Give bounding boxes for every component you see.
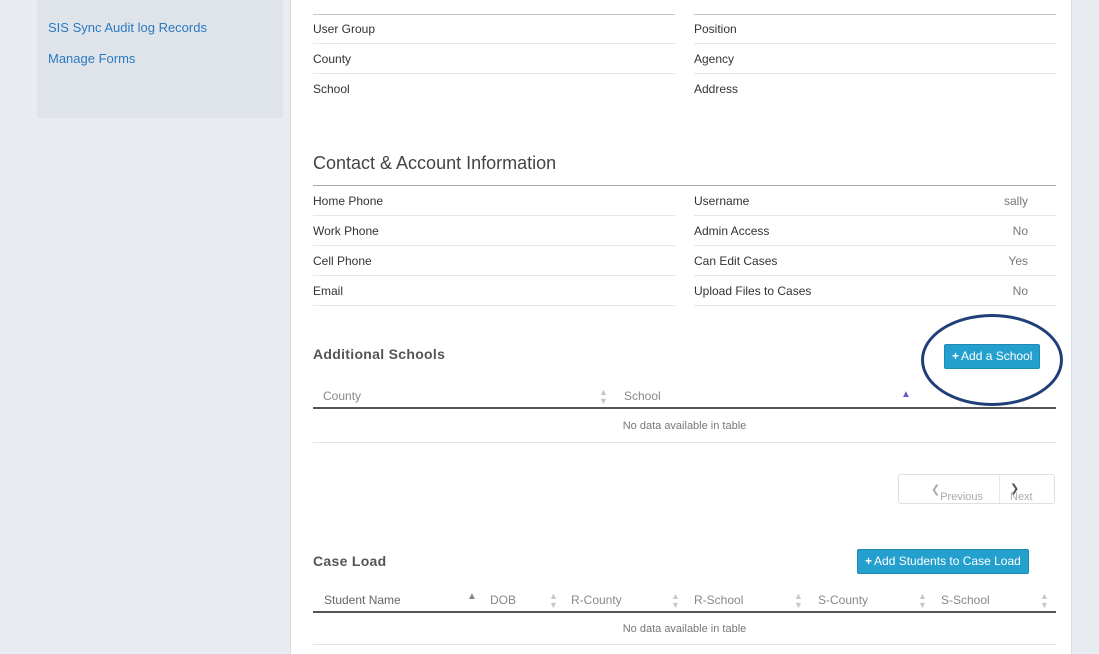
sort-icon[interactable]: ▲ ▼ bbox=[671, 592, 680, 610]
column-header-s-county[interactable]: S-County bbox=[818, 588, 868, 612]
sort-ascending-icon[interactable]: ▲ bbox=[467, 591, 477, 602]
contact-section-title: Contact & Account Information bbox=[313, 153, 557, 173]
pagination: ❮ Previous Next ❯ bbox=[898, 474, 1055, 504]
field-user-group: User Group bbox=[313, 14, 675, 44]
main-content: User Group County School Position Agency… bbox=[290, 0, 1072, 654]
column-header-student-name[interactable]: Student Name bbox=[324, 588, 401, 612]
column-header-r-school[interactable]: R-School bbox=[694, 588, 743, 612]
column-header-school[interactable]: School bbox=[624, 384, 661, 408]
field-position: Position bbox=[694, 14, 1056, 44]
column-header-r-county[interactable]: R-County bbox=[571, 588, 622, 612]
sidebar-item-sis-sync-audit-log[interactable]: SIS Sync Audit log Records bbox=[48, 20, 207, 35]
field-address: Address bbox=[694, 82, 739, 96]
divider bbox=[313, 442, 1056, 443]
field-school: School bbox=[313, 82, 350, 96]
sort-icon[interactable]: ▲ ▼ bbox=[599, 388, 608, 406]
username-value: sally bbox=[1003, 194, 1028, 208]
case-load-empty: No data available in table bbox=[622, 623, 747, 635]
sort-icon[interactable]: ▲ ▼ bbox=[794, 592, 803, 610]
additional-schools-empty: No data available in table bbox=[622, 420, 747, 432]
highlight-circle bbox=[921, 314, 1063, 406]
field-can-edit-cases: Can Edit Cases Yes bbox=[694, 246, 1056, 276]
divider bbox=[313, 644, 1056, 645]
field-email: Email bbox=[313, 276, 675, 306]
column-header-dob[interactable]: DOB bbox=[490, 588, 516, 612]
sidebar: SIS Sync Audit log Records Manage Forms bbox=[37, 0, 283, 118]
can-edit-cases-value: Yes bbox=[1008, 254, 1028, 268]
plus-icon: + bbox=[865, 554, 873, 568]
table-header-divider bbox=[313, 407, 1056, 409]
next-page-button[interactable]: Next ❯ bbox=[999, 475, 1033, 503]
column-header-county[interactable]: County bbox=[323, 384, 361, 408]
column-header-s-school[interactable]: S-School bbox=[941, 588, 990, 612]
table-header-divider bbox=[313, 611, 1056, 613]
field-work-phone: Work Phone bbox=[313, 216, 675, 246]
field-home-phone: Home Phone bbox=[313, 186, 675, 216]
previous-page-button[interactable]: ❮ Previous bbox=[931, 483, 983, 503]
case-load-title: Case Load bbox=[313, 553, 387, 569]
field-admin-access: Admin Access No bbox=[694, 216, 1056, 246]
field-username: Username sally bbox=[694, 186, 1056, 216]
add-students-to-case-load-button[interactable]: + Add Students to Case Load bbox=[857, 549, 1029, 574]
sort-icon[interactable]: ▲ ▼ bbox=[918, 592, 927, 610]
upload-files-value: No bbox=[1012, 284, 1028, 298]
sort-ascending-icon[interactable]: ▲ bbox=[901, 389, 911, 400]
field-county: County bbox=[313, 44, 675, 74]
sidebar-item-manage-forms[interactable]: Manage Forms bbox=[48, 51, 135, 66]
field-upload-files: Upload Files to Cases No bbox=[694, 276, 1056, 306]
additional-schools-title: Additional Schools bbox=[313, 346, 446, 362]
admin-access-value: No bbox=[1012, 224, 1028, 238]
field-agency: Agency bbox=[694, 44, 1056, 74]
sort-icon[interactable]: ▲ ▼ bbox=[549, 592, 558, 610]
field-cell-phone: Cell Phone bbox=[313, 246, 675, 276]
sort-icon[interactable]: ▲ ▼ bbox=[1040, 592, 1049, 610]
